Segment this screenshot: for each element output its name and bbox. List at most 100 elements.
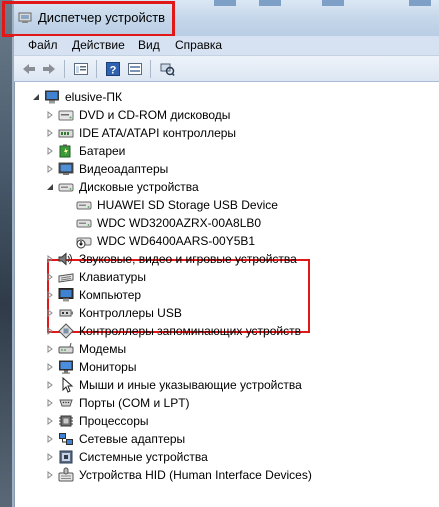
collapse-arrow-icon[interactable] — [45, 182, 55, 192]
forward-icon[interactable] — [40, 60, 58, 78]
tree-item-label: Звуковые, видео и игровые устройства — [79, 252, 297, 266]
help-icon[interactable]: ? — [104, 60, 122, 78]
tree-device-item[interactable]: WDC WD3200AZRX-00A8LB0 — [63, 214, 261, 232]
expand-arrow-icon[interactable] — [45, 398, 55, 408]
tree-item-label: HUAWEI SD Storage USB Device — [97, 198, 278, 212]
back-icon[interactable] — [20, 60, 38, 78]
tree-category[interactable]: Устройства HID (Human Interface Devices) — [45, 466, 312, 484]
port-icon — [58, 395, 74, 411]
menu-bar: Файл Действие Вид Справка — [14, 36, 439, 56]
disk-drive-warning-icon — [76, 233, 92, 249]
disk-drive-icon — [58, 179, 74, 195]
expand-arrow-icon[interactable] — [45, 272, 55, 282]
mouse-icon — [58, 377, 74, 393]
tree-item-label: Устройства HID (Human Interface Devices) — [79, 468, 312, 482]
desktop-background-strip — [0, 0, 14, 507]
menu-view[interactable]: Вид — [138, 38, 160, 52]
tree-item-label: elusive-ПК — [65, 90, 122, 104]
tree-category[interactable]: Системные устройства — [45, 448, 208, 466]
battery-icon — [58, 143, 74, 159]
sound-icon — [58, 251, 74, 267]
tree-item-label: Сетевые адаптеры — [79, 432, 186, 446]
expand-arrow-icon[interactable] — [45, 470, 55, 480]
toolbar-separator — [64, 60, 65, 78]
tree-item-label: Контроллеры запоминающих устройств — [79, 324, 301, 338]
menu-help[interactable]: Справка — [175, 38, 222, 52]
expand-arrow-icon[interactable] — [45, 380, 55, 390]
menu-action[interactable]: Действие — [72, 38, 125, 52]
tree-item-label: WDC WD3200AZRX-00A8LB0 — [97, 216, 262, 230]
tree-category[interactable]: DVD и CD-ROM дисководы — [45, 106, 230, 124]
scan-hardware-icon[interactable] — [158, 60, 176, 78]
tree-category[interactable]: Видеоадаптеры — [45, 160, 168, 178]
tree-category[interactable]: Батареи — [45, 142, 125, 160]
tree-category[interactable]: Сетевые адаптеры — [45, 430, 185, 448]
tree-item-label: Мыши и иные указывающие устройства — [79, 378, 302, 392]
tree-item-label: IDE ATA/ATAPI контроллеры — [79, 126, 237, 140]
tree-category[interactable]: Контроллеры запоминающих устройств — [45, 322, 301, 340]
expand-arrow-icon[interactable] — [45, 452, 55, 462]
svg-text:?: ? — [110, 65, 117, 77]
expand-arrow-icon[interactable] — [45, 290, 55, 300]
storage-controller-icon — [58, 323, 74, 339]
tree-category[interactable]: Контроллеры USB — [45, 304, 182, 322]
tree-device-item[interactable]: HUAWEI SD Storage USB Device — [63, 196, 278, 214]
expand-arrow-icon[interactable] — [45, 326, 55, 336]
tree-item-label: Батареи — [79, 144, 126, 158]
disk-drive-icon — [76, 197, 92, 213]
tree-item-label: Мониторы — [79, 360, 137, 374]
tree-category[interactable]: Процессоры — [45, 412, 149, 430]
tree-item-label: WDC WD6400AARS-00Y5B1 — [97, 234, 256, 248]
show-hidden-icon[interactable] — [126, 60, 144, 78]
collapse-arrow-icon[interactable] — [31, 92, 41, 102]
expand-arrow-icon[interactable] — [45, 164, 55, 174]
expand-arrow-icon[interactable] — [45, 308, 55, 318]
menu-file[interactable]: Файл — [28, 38, 58, 52]
expand-arrow-icon[interactable] — [45, 416, 55, 426]
tree-category[interactable]: IDE ATA/ATAPI контроллеры — [45, 124, 236, 142]
processor-icon — [58, 413, 74, 429]
tree-item-label: DVD и CD-ROM дисководы — [79, 108, 231, 122]
tree-category[interactable]: Порты (COM и LPT) — [45, 394, 190, 412]
usb-controller-icon — [58, 305, 74, 321]
background-window-edge — [214, 0, 236, 6]
background-window-edge — [322, 0, 344, 6]
tree-category[interactable]: Мыши и иные указывающие устройства — [45, 376, 302, 394]
toolbar-separator — [96, 60, 97, 78]
monitor-icon — [58, 359, 74, 375]
computer-icon — [44, 89, 60, 105]
network-adapter-icon — [58, 431, 74, 447]
dvd-drive-icon — [58, 107, 74, 123]
system-device-icon — [58, 449, 74, 465]
device-tree: elusive-ПК DVD и CD-ROM дисководы IDE ATA/… — [14, 82, 439, 507]
tree-item-label: Системные устройства — [79, 450, 208, 464]
background-window-edge — [259, 0, 281, 6]
expand-arrow-icon[interactable] — [45, 344, 55, 354]
tree-category[interactable]: Дисковые устройства — [45, 178, 199, 196]
tree-item-label: Процессоры — [79, 414, 149, 428]
expand-arrow-icon[interactable] — [45, 128, 55, 138]
expand-arrow-icon[interactable] — [45, 254, 55, 264]
keyboard-icon — [58, 269, 74, 285]
tree-category[interactable]: Звуковые, видео и игровые устройства — [45, 250, 297, 268]
tree-root-computer[interactable]: elusive-ПК — [31, 88, 122, 106]
title-highlight-box — [2, 1, 175, 37]
properties-view-icon[interactable] — [72, 60, 90, 78]
expand-arrow-icon[interactable] — [45, 362, 55, 372]
modem-icon — [58, 341, 74, 357]
tree-category[interactable]: Модемы — [45, 340, 126, 358]
tree-item-label: Контроллеры USB — [79, 306, 182, 320]
expand-arrow-icon[interactable] — [45, 146, 55, 156]
tree-item-label: Компьютер — [79, 288, 142, 302]
expand-arrow-icon[interactable] — [45, 434, 55, 444]
tree-item-label: Видеоадаптеры — [79, 162, 169, 176]
hid-icon — [58, 467, 74, 483]
expand-arrow-icon[interactable] — [45, 110, 55, 120]
display-adapter-icon — [58, 161, 74, 177]
computer-icon — [58, 287, 74, 303]
tree-category[interactable]: Мониторы — [45, 358, 136, 376]
tree-category[interactable]: Клавиатуры — [45, 268, 146, 286]
tree-category[interactable]: Компьютер — [45, 286, 141, 304]
background-window-edge — [409, 0, 431, 6]
tree-device-item[interactable]: WDC WD6400AARS-00Y5B1 — [63, 232, 255, 250]
